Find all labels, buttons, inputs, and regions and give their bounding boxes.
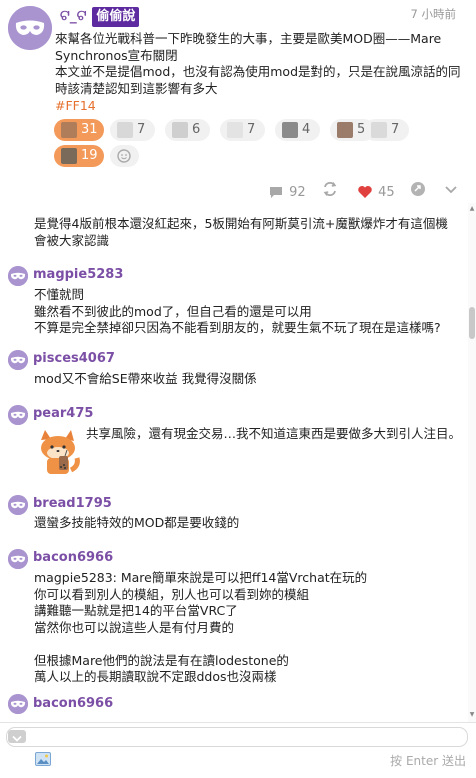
commenter-avatar[interactable] — [8, 549, 28, 569]
sketch-emoji-icon — [227, 122, 243, 138]
commenter-name[interactable]: bacon6966 — [33, 550, 113, 565]
reaction-button[interactable]: 19 — [54, 145, 104, 167]
commenter-name[interactable]: bacon6966 — [33, 696, 113, 711]
comment-text: mod又不會給SE帶來收益 我覺得沒關係 — [34, 371, 257, 386]
commenter-avatar[interactable] — [8, 694, 28, 714]
post-card: ଟ_ଟ 偷偷說 7 小時前 來幫各位光戰科普一下昨晚發生的大事，主要是歐美MOD圈… — [0, 0, 476, 203]
mask-icon — [8, 266, 28, 286]
doodle-emoji-icon — [172, 122, 188, 138]
film-emoji-icon — [282, 122, 298, 138]
commenter-avatar[interactable] — [8, 405, 28, 425]
cartoon-emoji-icon — [117, 122, 133, 138]
comment-text: 是覺得4版前根本還沒紅起來，5板開始有阿斯莫引流+魔獸爆炸才有這個機會被大家認識 — [34, 216, 448, 248]
repost-icon — [323, 182, 337, 196]
commenter-name[interactable]: bread1795 — [33, 496, 112, 511]
commenter-avatar[interactable] — [8, 495, 28, 515]
author-avatar[interactable] — [8, 6, 52, 50]
avatar-emoji-icon — [61, 122, 77, 138]
comment-text: 不懂就問 雖然看不到彼此的mod了，但自己看的還是可以用 不算是完全禁掉卻只因為… — [34, 287, 441, 335]
comment-item: 是覺得4版前根本還沒紅起來，5板開始有阿斯莫引流+魔獸爆炸才有這個機會被大家認識 — [0, 203, 470, 253]
more-options-button[interactable] — [443, 181, 459, 201]
heart-icon — [358, 185, 372, 198]
comment-item: pisces4067 mod又不會給SE帶來收益 我覺得沒關係 — [0, 347, 470, 397]
hashtag-link[interactable]: #FF14 — [55, 98, 96, 113]
post-time: 7 小時前 — [410, 7, 456, 21]
collapse-button[interactable] — [8, 730, 26, 743]
comment-input[interactable] — [6, 727, 468, 747]
mask-icon — [8, 549, 28, 569]
comment-input-bar: 按 Enter 送出 — [0, 722, 476, 778]
mask-icon — [8, 495, 28, 515]
add-reaction-icon — [117, 149, 131, 163]
chevron-down-icon — [445, 186, 457, 194]
chevron-down-icon — [12, 735, 22, 742]
commenter-avatar[interactable] — [8, 266, 28, 286]
author-nick: ଟ_ଟ — [60, 8, 87, 24]
send-hint: 按 Enter 送出 — [390, 754, 466, 768]
comment-text: 還蠻多技能特效的MOD都是要收錢的 — [34, 515, 240, 530]
comment-item: bacon6966 — [0, 693, 470, 722]
reaction-button[interactable]: 7 — [220, 119, 265, 141]
face-emoji-icon — [337, 122, 353, 138]
fox-sticker — [31, 426, 83, 478]
repost-button[interactable] — [322, 181, 338, 201]
share-icon — [411, 182, 425, 196]
image-upload-button[interactable] — [35, 751, 51, 766]
reaction-button[interactable]: 7 — [364, 119, 409, 141]
mask-icon — [8, 350, 28, 370]
commenter-avatar[interactable] — [8, 350, 28, 370]
reaction-button[interactable]: 4 — [275, 119, 320, 141]
reaction-button[interactable]: 31 — [54, 119, 104, 141]
fox-sticker-icon — [41, 430, 80, 474]
meme-emoji-icon — [61, 148, 77, 164]
post-content: 來幫各位光戰科普一下昨晚發生的大事，主要是歐美MOD圈——Mare Synchr… — [55, 31, 461, 96]
like-button[interactable]: 45 — [357, 181, 395, 201]
comment-item: magpie5283 不懂就問 雖然看不到彼此的mod了，但自己看的還是可以用 … — [0, 263, 470, 343]
add-reaction-button[interactable] — [110, 145, 139, 167]
anonymous-badge: 偷偷說 — [92, 7, 140, 27]
comment-scrollbar[interactable]: ▲ ▼ — [468, 203, 476, 722]
comment-item: bread1795 還蠻多技能特效的MOD都是要收錢的 — [0, 494, 470, 544]
scroll-down-arrow[interactable]: ▼ — [469, 711, 475, 719]
reaction-button[interactable]: 6 — [165, 119, 210, 141]
comment-count[interactable]: 92 — [268, 181, 306, 201]
scroll-thumb[interactable] — [469, 307, 475, 339]
comment-list[interactable]: 是覺得4版前根本還沒紅起來，5板開始有阿斯莫引流+魔獸爆炸才有這個機會被大家認識… — [0, 203, 476, 722]
scroll-up-arrow[interactable]: ▲ — [469, 205, 475, 213]
comment-item: bacon6966 magpie5283: Mare簡單來說是可以把ff14當V… — [0, 548, 470, 688]
commenter-name[interactable]: pear475 — [33, 406, 93, 421]
mask-icon — [8, 6, 52, 50]
comment-text: 共享風險，還有現金交易…我不知道這東西是要做多大到引人注目。 — [86, 426, 462, 441]
speech-emoji-icon — [371, 122, 387, 138]
comment-text: magpie5283: Mare簡單來說是可以把ff14當Vrchat在玩的 你… — [34, 570, 368, 684]
author-name[interactable]: ଟ_ଟ 偷偷說 — [60, 7, 140, 27]
comment-icon — [270, 186, 282, 198]
share-button[interactable] — [410, 181, 426, 201]
commenter-name[interactable]: magpie5283 — [33, 267, 123, 282]
image-icon — [35, 752, 51, 766]
commenter-name[interactable]: pisces4067 — [33, 351, 115, 366]
mask-icon — [8, 405, 28, 425]
comment-item: pear475 共享風險，還有現金交易…我不知道這東西是要做多大到引人注目。 — [0, 402, 470, 482]
reaction-button[interactable]: 7 — [110, 119, 155, 141]
mask-icon — [8, 694, 28, 714]
